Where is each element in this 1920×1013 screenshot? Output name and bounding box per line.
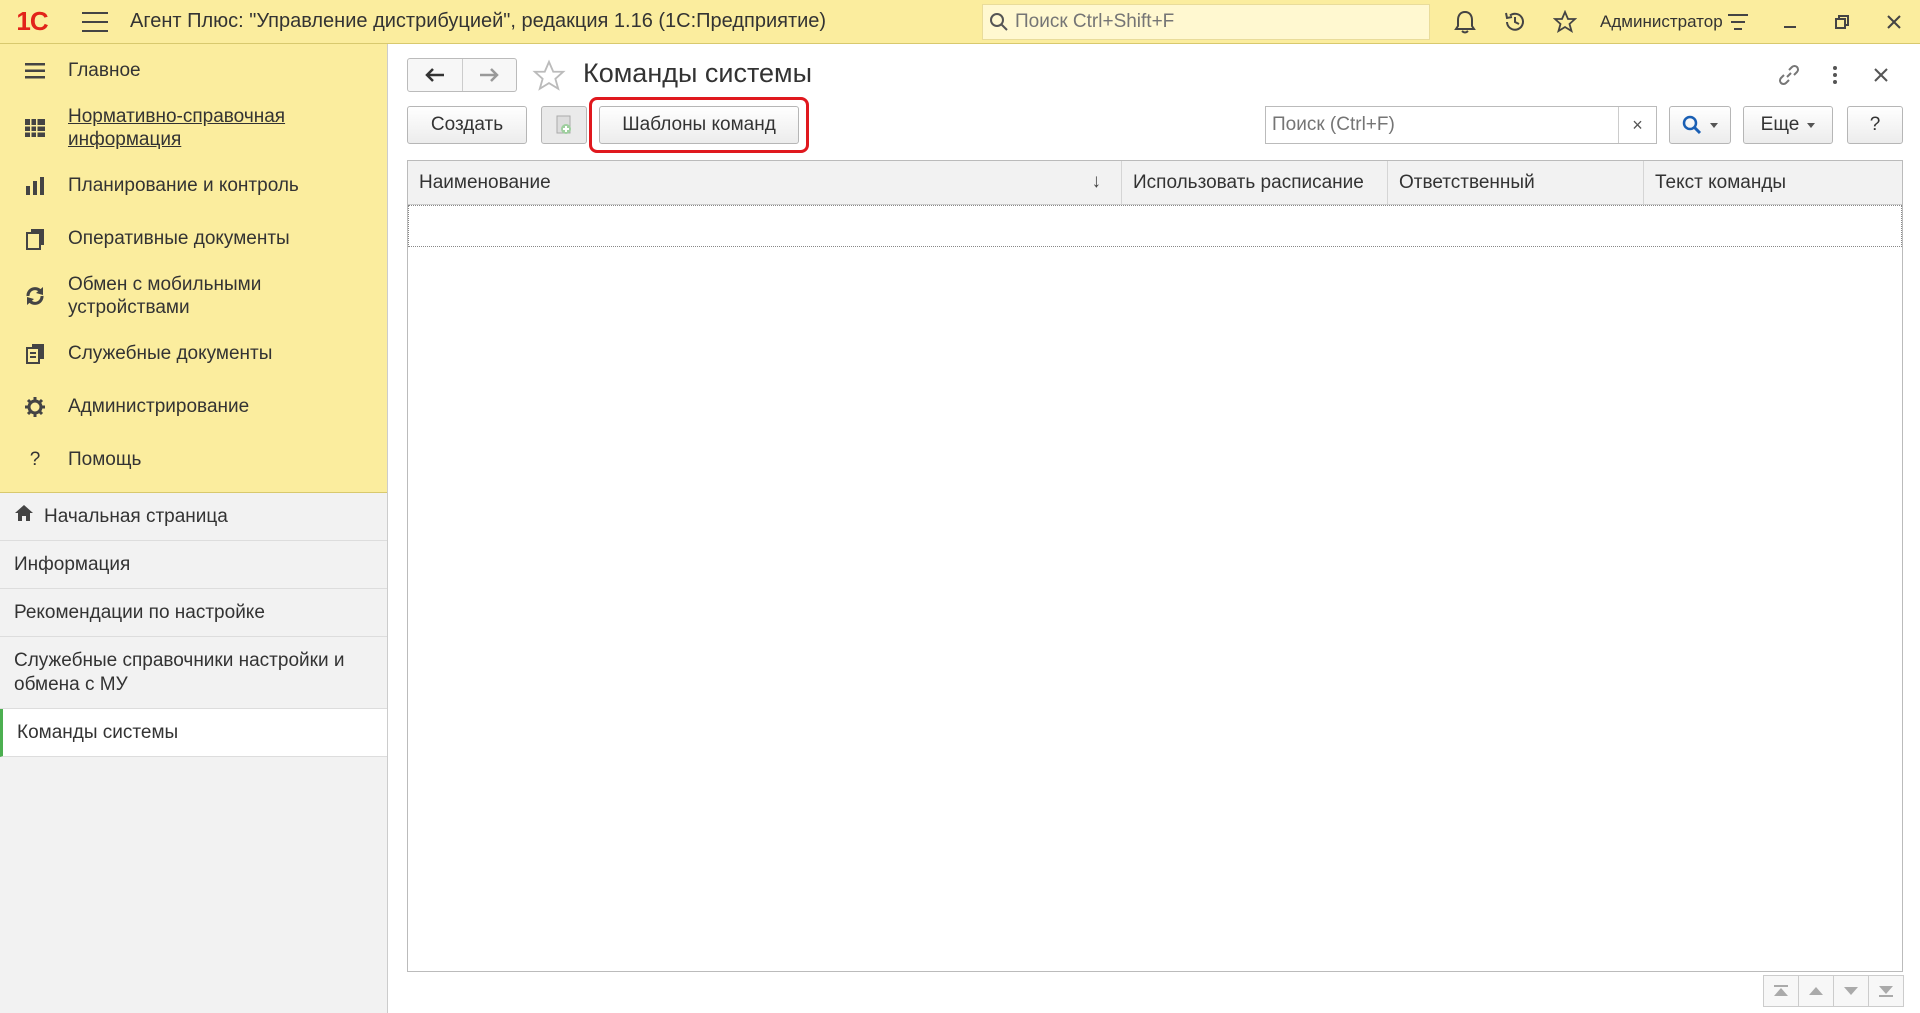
- scroll-down-icon[interactable]: [1833, 975, 1869, 1007]
- nav-item-label: Рекомендации по настройке: [14, 601, 265, 623]
- section-main[interactable]: Главное: [0, 44, 387, 97]
- search-icon: [1682, 115, 1702, 135]
- search-button[interactable]: [1669, 106, 1731, 144]
- command-bar: Создать Шаблоны команд × Еще ?: [407, 97, 1903, 153]
- chevron-down-icon: [1807, 122, 1816, 128]
- close-window-icon[interactable]: [1868, 0, 1920, 44]
- nav-item-setup-recommendations[interactable]: Рекомендации по настройке: [0, 589, 387, 637]
- list-search: ×: [1265, 106, 1657, 144]
- restore-icon[interactable]: [1816, 0, 1868, 44]
- nav-item-label: Информация: [14, 553, 131, 575]
- more-button[interactable]: Еще: [1743, 106, 1833, 144]
- main-content: Команды системы Создать Шаблоны команд ×…: [389, 44, 1920, 1013]
- list-scroll-buttons: [1763, 975, 1904, 1007]
- close-form-icon[interactable]: [1858, 58, 1904, 92]
- column-header-responsible[interactable]: Ответственный: [1388, 161, 1644, 204]
- history-icon[interactable]: [1490, 0, 1540, 44]
- chevron-down-icon: [1710, 122, 1718, 128]
- question-icon: ?: [29, 448, 41, 470]
- more-vertical-icon[interactable]: [1812, 58, 1858, 92]
- clear-search-icon[interactable]: ×: [1618, 107, 1656, 143]
- sections-panel: Главное Нормативно-справочная информация…: [0, 44, 387, 493]
- scroll-to-top-icon[interactable]: [1763, 975, 1799, 1007]
- create-button[interactable]: Создать: [407, 106, 527, 144]
- list-search-input[interactable]: [1266, 107, 1618, 143]
- column-header-name[interactable]: Наименование ↓: [408, 161, 1122, 204]
- section-mobile-exchange[interactable]: Обмен с мобильными устройствами: [0, 265, 387, 327]
- global-search[interactable]: [982, 4, 1430, 40]
- search-icon: [990, 13, 1008, 31]
- menu-lines-icon: [22, 58, 48, 84]
- add-to-favorites-star-icon[interactable]: [531, 58, 567, 94]
- nav-item-system-commands[interactable]: Команды системы: [0, 709, 387, 757]
- top-bar: 1С Агент Плюс: "Управление дистрибуцией"…: [0, 0, 1920, 44]
- app-title: Агент Плюс: "Управление дистрибуцией", р…: [130, 10, 827, 32]
- app-logo: 1С: [16, 6, 48, 36]
- table-row-empty-selected[interactable]: [408, 205, 1902, 247]
- sidebar: Главное Нормативно-справочная информация…: [0, 44, 388, 1013]
- settings-lines-icon[interactable]: [1712, 0, 1764, 44]
- scroll-up-icon[interactable]: [1798, 975, 1834, 1007]
- global-search-input[interactable]: [1015, 11, 1415, 33]
- documents-icon: [22, 226, 48, 252]
- section-service-docs[interactable]: Служебные документы: [0, 327, 387, 380]
- table-header: Наименование ↓ Использовать расписание О…: [408, 161, 1902, 205]
- user-name[interactable]: Администратор: [1600, 12, 1723, 32]
- section-operative-docs[interactable]: Оперативные документы: [0, 212, 387, 265]
- scroll-to-bottom-icon[interactable]: [1868, 975, 1904, 1007]
- commands-table: Наименование ↓ Использовать расписание О…: [407, 160, 1903, 972]
- link-icon[interactable]: [1766, 58, 1812, 92]
- nav-item-service-directories[interactable]: Служебные справочники настройки и обмена…: [0, 637, 387, 709]
- directory-icon: [22, 115, 48, 141]
- back-arrow-icon[interactable]: [408, 59, 462, 91]
- chart-icon: [22, 173, 48, 199]
- section-help[interactable]: ? Помощь: [0, 433, 387, 486]
- forward-arrow-icon[interactable]: [461, 59, 516, 91]
- home-icon: [14, 504, 34, 529]
- help-button[interactable]: ?: [1847, 106, 1903, 144]
- sort-down-icon: ↓: [1091, 171, 1102, 192]
- section-reference[interactable]: Нормативно-справочная информация: [0, 97, 387, 159]
- gear-icon: [22, 394, 48, 420]
- nav-home-label: Начальная страница: [44, 505, 228, 527]
- nav-item-label: Служебные справочники настройки и обмена…: [14, 649, 345, 695]
- minimize-icon[interactable]: [1764, 0, 1816, 44]
- column-header-command-text[interactable]: Текст команды: [1644, 161, 1902, 204]
- nav-item-label: Команды системы: [17, 721, 179, 743]
- service-documents-icon: [22, 341, 48, 367]
- copy-document-icon: [556, 115, 571, 134]
- page-title: Команды системы: [583, 58, 813, 88]
- favorites-star-icon[interactable]: [1540, 0, 1590, 44]
- sync-icon: [22, 283, 48, 309]
- main-menu-icon[interactable]: [82, 11, 108, 32]
- bell-icon[interactable]: [1440, 0, 1490, 44]
- history-nav: [407, 58, 517, 92]
- section-planning[interactable]: Планирование и контроль: [0, 159, 387, 212]
- nav-home[interactable]: Начальная страница: [0, 493, 387, 541]
- column-header-use-schedule[interactable]: Использовать расписание: [1122, 161, 1388, 204]
- section-administration[interactable]: Администрирование: [0, 380, 387, 433]
- copy-button[interactable]: [541, 106, 587, 144]
- command-templates-button[interactable]: Шаблоны команд: [599, 106, 799, 144]
- nav-item-information[interactable]: Информация: [0, 541, 387, 589]
